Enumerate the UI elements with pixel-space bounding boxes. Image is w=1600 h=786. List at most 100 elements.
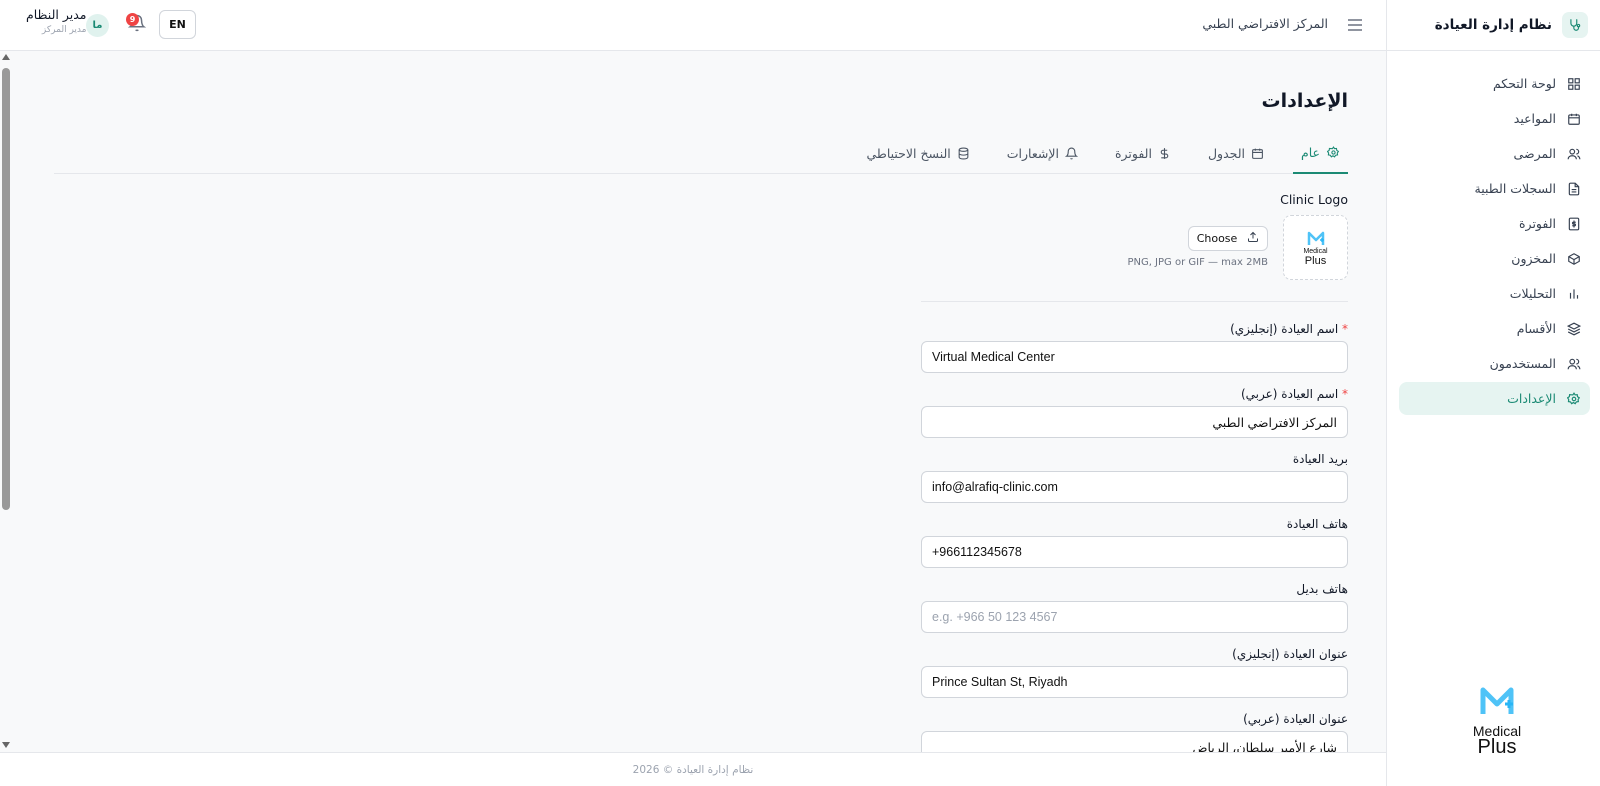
page-title: الإعدادات — [1261, 90, 1348, 112]
field-address-ar: عنوان العيادة (عربي) شارع الأمير سلطان، … — [921, 712, 1348, 752]
field-clinic-email: بريد العيادة info@alrafiq-clinic.com — [921, 452, 1348, 503]
sidebar-item-patients[interactable]: المرضى — [1399, 137, 1590, 170]
bar-chart-icon — [1566, 286, 1582, 302]
field-label: هاتف بديل — [1296, 582, 1348, 596]
address-ar-input[interactable]: شارع الأمير سلطان، الرياض — [921, 731, 1348, 752]
brand[interactable]: نظام إدارة العيادة — [1387, 0, 1600, 51]
dashboard-icon — [1566, 76, 1582, 92]
sidebar-item-users[interactable]: المستخدمون — [1399, 347, 1590, 380]
clinic-phone-input[interactable]: +966112345678 — [921, 536, 1348, 568]
hamburger-icon — [1348, 19, 1362, 31]
tab-label: عام — [1300, 144, 1320, 160]
sidebar-item-appointments[interactable]: المواعيد — [1399, 102, 1590, 135]
logo-text-line2: Plus — [1477, 736, 1517, 758]
box-icon — [1566, 251, 1582, 267]
sidebar-item-label: المواعيد — [1513, 111, 1556, 126]
field-alt-phone: هاتف بديل e.g. +966 50 123 4567 — [921, 582, 1348, 633]
notification-badge: 9 — [126, 13, 139, 26]
medical-plus-emblem-icon — [1307, 231, 1324, 245]
field-clinic-phone: هاتف العيادة +966112345678 — [921, 517, 1348, 568]
sidebar-item-label: السجلات الطبية — [1474, 181, 1556, 196]
clinic-logo-row: Medical Plus Choose PNG, JPG or GIF — ma… — [921, 215, 1348, 281]
calendar-icon — [1566, 111, 1582, 127]
page-scrollbar[interactable] — [0, 52, 12, 752]
tab-label: النسخ الاحتياطي — [866, 145, 951, 161]
divider — [921, 301, 1348, 302]
tab-schedule[interactable]: الجدول — [1200, 132, 1273, 174]
sidebar-item-label: المستخدمون — [1489, 356, 1556, 371]
footer-text: نظام إدارة العيادة © 2026 — [632, 763, 754, 776]
upload-icon — [1247, 231, 1259, 246]
general-settings-form: Clinic Logo Medical Plus Choose PNG, JPG… — [921, 192, 1348, 752]
stethoscope-icon — [1562, 12, 1588, 38]
choose-logo-label: Choose — [1196, 232, 1238, 245]
sidebar-item-label: لوحة التحكم — [1492, 76, 1556, 91]
tab-label: الفوترة — [1114, 145, 1152, 161]
tab-general[interactable]: عام — [1292, 132, 1348, 174]
user-role: مدير المركز — [41, 25, 87, 35]
clinic-name-ar-input[interactable]: المركز الافتراضي الطبي — [921, 406, 1348, 438]
main-content: الإعدادات عام الجدول الفوترة الإشعارات ا… — [12, 52, 1386, 752]
sidebar-item-label: المخزون — [1511, 251, 1556, 266]
scroll-down-arrow-icon[interactable] — [2, 742, 10, 748]
clinic-name-en-input[interactable]: Virtual Medical Center — [921, 341, 1348, 373]
field-address-en: عنوان العيادة (إنجليزي) Prince Sultan St… — [921, 647, 1348, 698]
menu-toggle-button[interactable] — [1344, 14, 1366, 36]
sidebar-item-label: الإعدادات — [1507, 391, 1556, 406]
alt-phone-input[interactable]: e.g. +966 50 123 4567 — [921, 601, 1348, 633]
tab-notifications[interactable]: الإشعارات — [999, 132, 1087, 174]
choose-logo-button[interactable]: Choose — [1188, 226, 1268, 251]
medical-plus-emblem-icon — [1480, 687, 1514, 714]
sidebar-item-dashboard[interactable]: لوحة التحكم — [1399, 67, 1590, 100]
layers-icon — [1566, 321, 1582, 337]
brand-title: نظام إدارة العيادة — [1434, 17, 1552, 33]
sidebar-item-label: الفوترة — [1519, 216, 1556, 231]
field-clinic-name-en: اسم العيادة (إنجليزي) * Virtual Medical … — [921, 322, 1348, 373]
sidebar: نظام إدارة العيادة لوحة التحكم المواعيد … — [1386, 0, 1600, 786]
sidebar-item-settings[interactable]: الإعدادات — [1399, 382, 1590, 415]
tab-label: الجدول — [1207, 145, 1245, 161]
tab-label: الإشعارات — [1006, 145, 1059, 161]
gear-icon — [1326, 145, 1340, 159]
sidebar-item-label: التحليلات — [1509, 286, 1556, 301]
users-icon — [1566, 356, 1582, 372]
avatar[interactable]: ما — [86, 14, 109, 37]
field-label: عنوان العيادة (عربي) — [1243, 712, 1348, 726]
bell-icon — [1065, 146, 1079, 160]
logo-text-line2: Plus — [1304, 254, 1327, 267]
clinic-email-input[interactable]: info@alrafiq-clinic.com — [921, 471, 1348, 503]
settings-tabs: عام الجدول الفوترة الإشعارات النسخ الاحت… — [54, 132, 1348, 174]
sidebar-item-billing[interactable]: الفوترة — [1399, 207, 1590, 240]
field-label: اسم العيادة (عربي) * — [921, 387, 1348, 401]
language-toggle-button[interactable]: EN — [159, 10, 196, 39]
footer: نظام إدارة العيادة © 2026 — [0, 752, 1386, 786]
header-clinic-name: المركز الافتراضي الطبي — [1202, 16, 1328, 31]
field-label: عنوان العيادة (إنجليزي) — [1232, 647, 1348, 661]
sidebar-item-medical-records[interactable]: السجلات الطبية — [1399, 172, 1590, 205]
user-name: مدير النظام — [26, 7, 87, 22]
required-marker: * — [1342, 387, 1348, 401]
database-icon — [957, 146, 971, 160]
file-icon — [1566, 181, 1582, 197]
field-label: بريد العيادة — [1292, 452, 1348, 466]
scroll-up-arrow-icon[interactable] — [2, 54, 10, 60]
tab-backup[interactable]: النسخ الاحتياطي — [858, 132, 978, 174]
medical-plus-logo: Medical Plus — [1457, 684, 1537, 758]
user-info[interactable]: مدير النظام مدير المركز — [26, 7, 86, 35]
address-en-input[interactable]: Prince Sultan St, Riyadh — [921, 666, 1348, 698]
clinic-logo-preview[interactable]: Medical Plus — [1283, 215, 1348, 280]
sidebar-item-inventory[interactable]: المخزون — [1399, 242, 1590, 275]
tab-billing[interactable]: الفوترة — [1107, 132, 1180, 174]
sidebar-item-label: المرضى — [1513, 146, 1556, 161]
label-text: اسم العيادة (عربي) — [1240, 387, 1339, 401]
sidebar-item-label: الأقسام — [1516, 321, 1556, 336]
sidebar-item-analytics[interactable]: التحليلات — [1399, 277, 1590, 310]
scroll-thumb[interactable] — [2, 68, 10, 510]
sidebar-item-departments[interactable]: الأقسام — [1399, 312, 1590, 345]
users-icon — [1566, 146, 1582, 162]
clinic-logo-label: Clinic Logo — [1280, 192, 1348, 207]
label-text: اسم العيادة (إنجليزي) — [1230, 322, 1339, 336]
receipt-icon — [1566, 216, 1582, 232]
dollar-icon — [1158, 146, 1172, 160]
logo-hint: PNG, JPG or GIF — max 2MB — [1127, 257, 1268, 268]
